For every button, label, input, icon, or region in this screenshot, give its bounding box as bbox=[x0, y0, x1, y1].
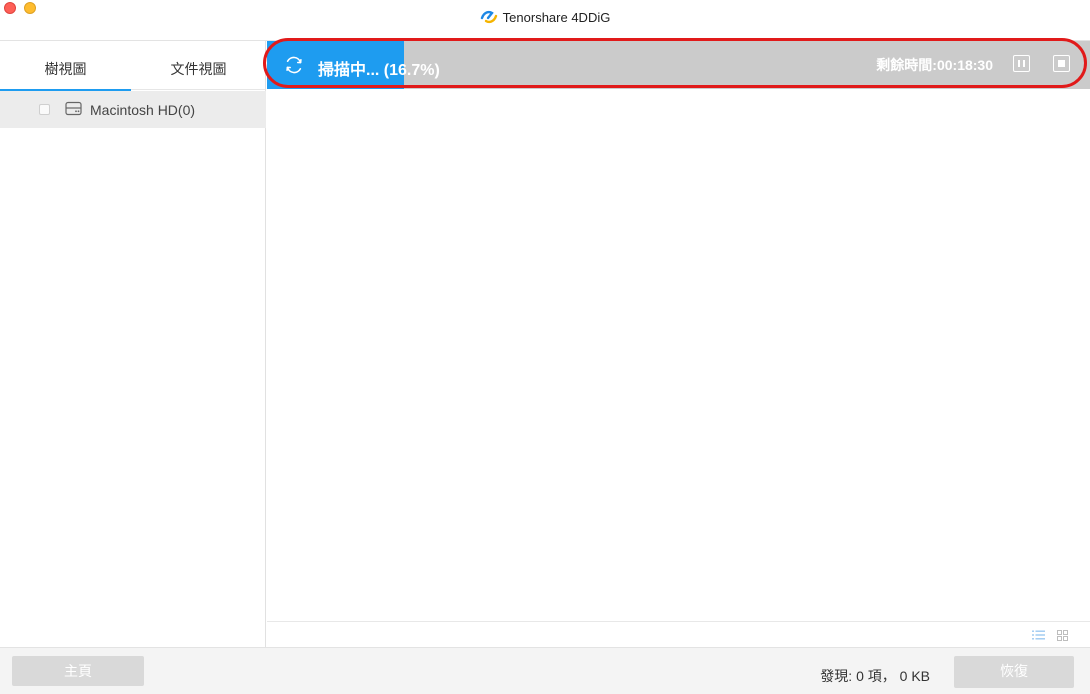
tree-item-label: Macintosh HD(0) bbox=[90, 102, 196, 118]
main-panel: 掃描中... (16.7%) 剩餘時間:00:18:30 bbox=[267, 41, 1090, 647]
pause-icon-bar bbox=[1023, 60, 1025, 67]
window-title-text: Tenorshare 4DDiG bbox=[502, 10, 611, 25]
list-view-icon[interactable] bbox=[1032, 630, 1045, 640]
home-button[interactable]: 主頁 bbox=[12, 656, 144, 686]
pause-icon bbox=[1018, 60, 1020, 67]
window-title: Tenorshare 4DDiG bbox=[0, 9, 1090, 25]
scan-progress-bar: 掃描中... (16.7%) 剩餘時間:00:18:30 bbox=[267, 41, 1090, 89]
tab-tree-view[interactable]: 樹視圖 bbox=[0, 41, 131, 91]
view-toggle-bar bbox=[267, 621, 1090, 647]
tree-item-checkbox[interactable] bbox=[39, 104, 50, 115]
recover-button[interactable]: 恢復 bbox=[954, 656, 1074, 688]
title-bar: Tenorshare 4DDiG bbox=[0, 0, 1090, 41]
sidebar: 樹視圖 文件視圖 Macintosh HD(0) bbox=[0, 41, 266, 647]
stop-icon bbox=[1058, 60, 1065, 67]
refresh-spinner-icon bbox=[286, 56, 302, 74]
tab-file-view[interactable]: 文件視圖 bbox=[131, 41, 266, 90]
stop-scan-button[interactable] bbox=[1053, 55, 1070, 72]
sidebar-tabs: 樹視圖 文件視圖 bbox=[0, 41, 266, 91]
app-window: Tenorshare 4DDiG 樹視圖 文件視圖 Macintosh HD(0… bbox=[0, 0, 1090, 694]
found-summary-text: 發現: 0 項， 0 KB bbox=[820, 668, 930, 684]
grid-view-icon[interactable] bbox=[1057, 630, 1068, 641]
pause-scan-button[interactable] bbox=[1013, 55, 1030, 72]
disk-icon bbox=[65, 101, 82, 116]
tree-item-macintosh-hd[interactable]: Macintosh HD(0) bbox=[0, 91, 266, 128]
results-content-area bbox=[267, 89, 1090, 621]
app-logo-icon bbox=[480, 10, 497, 24]
scan-status-text: 掃描中... (16.7%) bbox=[318, 62, 440, 79]
bottom-bar: 主頁 發現: 0 項， 0 KB 恢復 bbox=[0, 647, 1090, 694]
remaining-time-text: 剩餘時間:00:18:30 bbox=[876, 57, 993, 73]
